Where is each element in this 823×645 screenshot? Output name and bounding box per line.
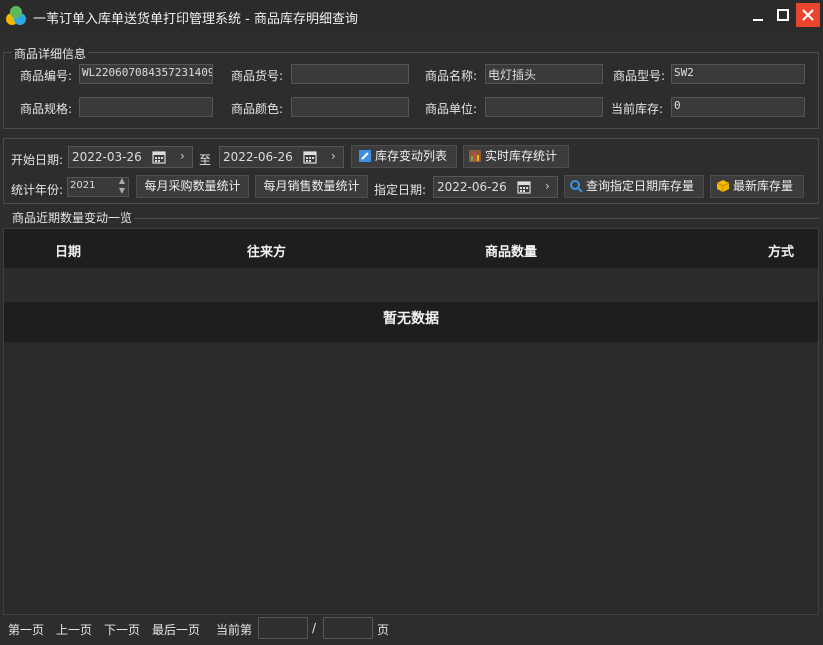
product-spec-label: 商品规格: xyxy=(20,102,73,116)
window-title: 一苇订单入库单送货单打印管理系统 - 商品库存明细查询 xyxy=(33,12,358,27)
monthly-purchase-label: 每月采购数量统计 xyxy=(144,179,241,193)
product-color-field[interactable] xyxy=(291,97,409,117)
app-logo-icon xyxy=(6,6,26,25)
assign-date-label: 指定日期: xyxy=(374,183,427,197)
stock-change-list-button[interactable]: 库存变动列表 xyxy=(351,145,457,168)
query-assigned-stock-label: 查询指定日期库存量 xyxy=(586,179,695,193)
assign-date-value: 2022-06-26 xyxy=(437,180,507,194)
box-icon xyxy=(716,179,730,192)
stock-change-table[interactable]: 日期 往来方 商品数量 方式 暂无数据 xyxy=(3,228,819,615)
close-icon xyxy=(802,9,814,21)
end-date-value: 2022-06-26 xyxy=(223,150,293,164)
latest-stock-button[interactable]: 最新库存量 xyxy=(710,175,804,198)
pager-last[interactable]: 最后一页 xyxy=(152,621,200,638)
product-sku-label: 商品货号: xyxy=(231,69,284,83)
stock-change-list-label: 库存变动列表 xyxy=(375,149,448,163)
latest-stock-label: 最新库存量 xyxy=(733,179,794,193)
product-code-field[interactable]: WL220607084357231409 xyxy=(79,64,213,84)
empty-state-text: 暂无数据 xyxy=(383,311,439,327)
product-color-label: 商品颜色: xyxy=(231,102,284,116)
pager-first[interactable]: 第一页 xyxy=(8,621,44,638)
chart-book-icon xyxy=(469,149,481,162)
minimize-button[interactable] xyxy=(746,3,770,27)
column-header-quantity[interactable]: 商品数量 xyxy=(485,241,537,260)
current-stock-field[interactable]: 0 xyxy=(671,97,805,117)
recent-changes-divider xyxy=(134,218,819,219)
chevron-right-icon[interactable]: › xyxy=(331,149,336,163)
start-date-value: 2022-03-26 xyxy=(72,150,142,164)
current-page-input[interactable] xyxy=(258,617,308,639)
search-icon xyxy=(570,179,583,193)
assign-date-picker[interactable]: 2022-06-26 › xyxy=(433,176,558,198)
product-name-field[interactable]: 电灯插头 xyxy=(485,64,603,84)
product-sku-field[interactable] xyxy=(291,64,409,84)
product-unit-label: 商品单位: xyxy=(425,102,478,116)
pager-next[interactable]: 下一页 xyxy=(104,621,140,638)
spin-down-icon[interactable]: ▼ xyxy=(119,186,125,195)
product-model-label: 商品型号: xyxy=(613,69,666,83)
monthly-sales-button[interactable]: 每月销售数量统计 xyxy=(255,175,368,198)
stat-year-value: 2021 xyxy=(70,180,96,191)
pager-prev[interactable]: 上一页 xyxy=(56,621,92,638)
maximize-icon xyxy=(777,9,789,21)
title-bar: 一苇订单入库单送货单打印管理系统 - 商品库存明细查询 xyxy=(0,0,823,32)
minimize-icon xyxy=(753,19,763,21)
product-model-field[interactable]: SW2 xyxy=(671,64,805,84)
recent-changes-title: 商品近期数量变动一览 xyxy=(10,209,135,226)
total-pages-input[interactable] xyxy=(323,617,373,639)
stat-year-spinner[interactable]: 2021 ▲ ▼ xyxy=(67,176,129,197)
stat-year-label: 统计年份: xyxy=(11,183,64,197)
column-header-date[interactable]: 日期 xyxy=(55,241,81,260)
edit-icon xyxy=(359,149,371,162)
start-date-label: 开始日期: xyxy=(11,153,64,167)
product-code-label: 商品编号: xyxy=(20,69,73,83)
column-header-method[interactable]: 方式 xyxy=(768,241,794,260)
end-date-picker[interactable]: 2022-06-26 › xyxy=(219,146,344,168)
spin-up-icon[interactable]: ▲ xyxy=(119,176,125,185)
pager-suffix: 页 xyxy=(377,623,390,637)
chevron-right-icon[interactable]: › xyxy=(545,179,550,193)
product-detail-title: 商品详细信息 xyxy=(12,45,89,62)
to-label: 至 xyxy=(199,153,212,167)
product-spec-field[interactable] xyxy=(79,97,213,117)
chevron-right-icon[interactable]: › xyxy=(180,149,185,163)
product-unit-field[interactable] xyxy=(485,97,603,117)
pager-current-label: 当前第 xyxy=(216,623,253,637)
table-row xyxy=(4,268,818,302)
realtime-stock-label: 实时库存统计 xyxy=(485,149,558,163)
query-assigned-stock-button[interactable]: 查询指定日期库存量 xyxy=(564,175,704,198)
calendar-icon[interactable] xyxy=(517,180,531,194)
maximize-button[interactable] xyxy=(771,3,795,27)
monthly-sales-label: 每月销售数量统计 xyxy=(263,179,360,193)
calendar-icon[interactable] xyxy=(303,150,317,164)
current-stock-label: 当前库存: xyxy=(611,102,664,116)
product-name-label: 商品名称: xyxy=(425,69,478,83)
calendar-icon[interactable] xyxy=(152,150,166,164)
monthly-purchase-button[interactable]: 每月采购数量统计 xyxy=(136,175,249,198)
start-date-picker[interactable]: 2022-03-26 › xyxy=(68,146,193,168)
table-header: 日期 往来方 商品数量 方式 xyxy=(4,229,818,268)
column-header-party[interactable]: 往来方 xyxy=(247,241,286,260)
close-button[interactable] xyxy=(796,3,820,27)
pager-separator: / xyxy=(312,621,317,635)
realtime-stock-button[interactable]: 实时库存统计 xyxy=(463,145,569,168)
